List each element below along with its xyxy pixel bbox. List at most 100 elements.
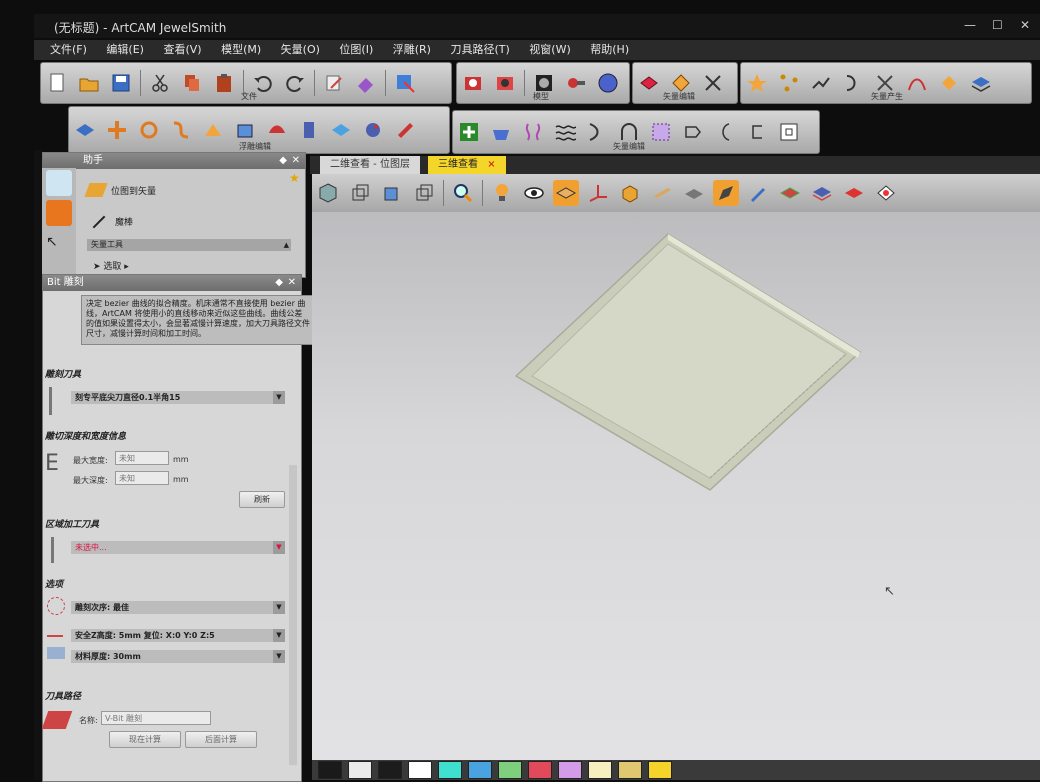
magic-wand-item[interactable]: 魔棒 [91, 215, 133, 228]
curve-bracket-icon[interactable] [712, 119, 738, 145]
model-tool-icon[interactable] [563, 70, 589, 96]
relief-sweep-icon[interactable] [200, 117, 226, 143]
vector-nodes-icon[interactable] [776, 70, 802, 96]
relief-cross-icon[interactable] [104, 117, 130, 143]
vector-tools-section[interactable]: 矢量工具 ▲ [87, 239, 291, 251]
box-view-icon[interactable] [617, 180, 643, 206]
menu-bitmap[interactable]: 位图(I) [339, 40, 373, 60]
redo-icon[interactable] [282, 70, 308, 96]
menu-model[interactable]: 模型(M) [221, 40, 261, 60]
relief-twist-icon[interactable] [168, 117, 194, 143]
menu-view[interactable]: 查看(V) [163, 40, 201, 60]
color-swatch[interactable] [588, 761, 612, 779]
tab-3d-view[interactable]: 三维查看 × [428, 156, 506, 174]
save-icon[interactable] [108, 70, 134, 96]
mirror-icon[interactable] [520, 119, 546, 145]
brush-icon[interactable] [745, 180, 771, 206]
bar-icon[interactable] [649, 180, 675, 206]
add-icon[interactable] [456, 119, 482, 145]
menu-vector[interactable]: 矢量(O) [281, 40, 320, 60]
engrave-tool-select[interactable]: 刻专平底尖刀直径0.1半角15 ▼ [71, 391, 285, 404]
model-camera2-icon[interactable] [492, 70, 518, 96]
tab-2d-view[interactable]: 二维查看 - 位图层 [320, 156, 420, 174]
color-swatch[interactable] [348, 761, 372, 779]
vector-arc-icon[interactable] [840, 70, 866, 96]
select-item[interactable]: ➤ 选取 ▸ [93, 259, 129, 272]
relief-extrude-icon[interactable] [232, 117, 258, 143]
vector-star-icon[interactable] [744, 70, 770, 96]
model-camera-icon[interactable] [460, 70, 486, 96]
vector-fill-icon[interactable] [936, 70, 962, 96]
compute-now-button[interactable]: 现在计算 [109, 731, 181, 748]
globe-icon[interactable] [46, 200, 72, 226]
refresh-button[interactable]: 刷新 [239, 491, 285, 508]
menu-edit[interactable]: 编辑(E) [106, 40, 144, 60]
bit-pin-icon[interactable]: ◆ [275, 275, 283, 291]
relief-shade-icon[interactable] [713, 180, 739, 206]
panel-scrollbar[interactable] [289, 465, 297, 765]
color-swatch[interactable] [438, 761, 462, 779]
paste-icon[interactable] [211, 70, 237, 96]
color-swatch[interactable] [618, 761, 642, 779]
menu-window[interactable]: 视窗(W) [529, 40, 570, 60]
collapse-icon[interactable]: ▲ [284, 239, 289, 251]
dropdown-icon[interactable]: ▼ [273, 650, 285, 663]
monitor-icon[interactable] [46, 170, 72, 196]
iso-view-icon[interactable] [315, 180, 341, 206]
menu-file[interactable]: 文件(F) [50, 40, 87, 60]
menu-help[interactable]: 帮助(H) [590, 40, 629, 60]
copy-icon[interactable] [179, 70, 205, 96]
relief-merge-icon[interactable] [328, 117, 354, 143]
zoom-icon[interactable] [450, 180, 476, 206]
dropdown-icon[interactable]: ▼ [273, 391, 285, 404]
eye-icon[interactable] [521, 180, 547, 206]
minimize-button[interactable]: — [964, 18, 976, 32]
color-swatch[interactable] [318, 761, 342, 779]
model-globe-icon[interactable] [595, 70, 621, 96]
wire-cube-icon[interactable] [347, 180, 373, 206]
area-tool-select[interactable]: 未选中... ▼ [71, 541, 285, 554]
pin-icon[interactable]: ◆ [279, 153, 287, 169]
vector-curve-icon[interactable] [904, 70, 930, 96]
material-thickness-select[interactable]: 材料厚度: 30mm ▼ [71, 650, 285, 663]
light-bulb-icon[interactable] [489, 180, 515, 206]
eraser-icon[interactable] [353, 70, 379, 96]
texture-icon[interactable] [777, 180, 803, 206]
open-folder-icon[interactable] [76, 70, 102, 96]
menu-relief[interactable]: 浮雕(R) [393, 40, 431, 60]
cut-icon[interactable] [147, 70, 173, 96]
color-swatch[interactable] [648, 761, 672, 779]
diamond-view-icon[interactable] [873, 180, 899, 206]
side-view-icon[interactable] [411, 180, 437, 206]
tab-close-icon[interactable]: × [487, 159, 495, 170]
color-swatch[interactable] [558, 761, 582, 779]
dropdown-icon[interactable]: ▼ [273, 629, 285, 642]
menu-toolpath[interactable]: 刀具路径(T) [450, 40, 509, 60]
bit-close-icon[interactable]: ✕ [288, 275, 296, 291]
toolpath-name-field[interactable]: V-Bit 雕刻 [101, 711, 211, 725]
relief-ball-icon[interactable] [360, 117, 386, 143]
vector-join-icon[interactable] [636, 70, 662, 96]
relief-spiral-icon[interactable] [136, 117, 162, 143]
color-swatch[interactable] [408, 761, 432, 779]
max-depth-field[interactable]: 未知 [115, 471, 169, 485]
dropdown-icon[interactable]: ▼ [273, 541, 285, 554]
pointer-icon[interactable]: ↖ [46, 234, 72, 260]
maximize-button[interactable]: ☐ [992, 18, 1003, 32]
layers-view-icon[interactable] [809, 180, 835, 206]
relief-shape-icon[interactable] [264, 117, 290, 143]
max-width-field[interactable]: 未知 [115, 451, 169, 465]
outline-icon[interactable] [680, 119, 706, 145]
color-swatch[interactable] [468, 761, 492, 779]
bend-icon[interactable] [584, 119, 610, 145]
close-button[interactable]: ✕ [1020, 18, 1030, 32]
relief-plane-icon[interactable] [72, 117, 98, 143]
axis-icon[interactable] [585, 180, 611, 206]
close-icon[interactable]: ✕ [292, 153, 300, 169]
vector-layers-icon[interactable] [968, 70, 994, 96]
frame-icon[interactable] [776, 119, 802, 145]
bitmap-to-vector-item[interactable]: 位图到矢量 [84, 183, 156, 197]
wave-icon[interactable] [552, 119, 578, 145]
c-shape-icon[interactable] [744, 119, 770, 145]
3d-viewport[interactable]: ↖ [312, 212, 1040, 760]
